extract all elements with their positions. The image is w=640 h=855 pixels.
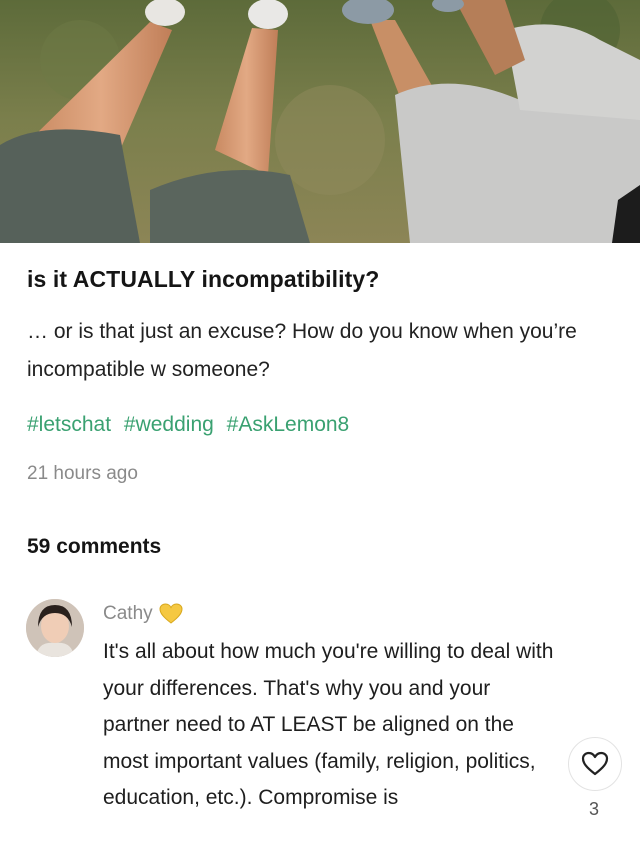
avatar[interactable]	[26, 599, 84, 657]
comment-item: Cathy It's all about how much you're wil…	[0, 595, 640, 855]
post-photo-illustration	[0, 0, 640, 243]
like-button[interactable]	[568, 737, 622, 791]
commenter-name[interactable]: Cathy	[103, 603, 153, 625]
hashtag-link[interactable]: #letschat	[27, 413, 111, 436]
heart-outline-icon	[581, 751, 609, 776]
post-photo[interactable]	[0, 0, 640, 243]
hashtag-list: #letschat #wedding #AskLemon8	[27, 413, 617, 437]
hashtag-link[interactable]: #wedding	[124, 413, 214, 436]
comment-text: It's all about how much you're willing t…	[103, 640, 554, 809]
post-title: is it ACTUALLY incompatibility?	[27, 266, 380, 292]
commenter-row: Cathy	[103, 603, 183, 625]
post-body: … or is that just an excuse? How do you …	[27, 320, 577, 381]
comments-count: 59 comments	[27, 535, 162, 558]
yellow-heart-icon	[159, 603, 183, 625]
like-count: 3	[588, 799, 599, 819]
hashtag-link[interactable]: #AskLemon8	[227, 413, 350, 436]
post-timestamp: 21 hours ago	[27, 463, 138, 484]
